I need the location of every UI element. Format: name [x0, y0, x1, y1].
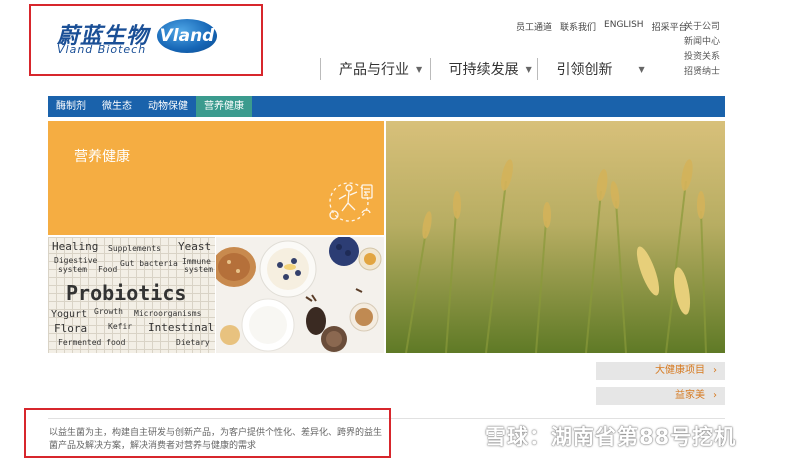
wheat-field-illustration — [386, 121, 725, 353]
utility-nav: 员工通道 联系我们 ENGLISH 招采平台 — [516, 20, 688, 33]
word-dietary: Dietary — [176, 338, 210, 347]
big-health-project-label: 大健康项目 — [655, 365, 705, 376]
tab-animal-health[interactable]: 动物保健 — [140, 96, 196, 117]
word-microorganisms: Microorganisms — [134, 309, 202, 318]
main-nav: 产品与行业 ▼ 可持续发展 ▼ 引领创新 ▼ — [320, 58, 672, 80]
utility-link-staff[interactable]: 员工通道 — [516, 20, 552, 33]
utility-link-contact[interactable]: 联系我们 — [560, 20, 596, 33]
word-probiotics: Probiotics — [66, 281, 187, 305]
main-nav-sustainability-label: 可持续发展 — [448, 62, 519, 78]
nutrition-description: 以益生菌为主，构建自主研发与创新产品，为客户提供个性化、差异化、跨界的益生菌产品… — [49, 428, 383, 451]
word-food: Food — [98, 265, 118, 274]
side-link-investors[interactable]: 投资关系 — [684, 50, 720, 65]
logo-english-name: Vland Biotech — [57, 43, 147, 56]
yijiamei-label: 益家美 — [675, 390, 705, 401]
main-nav-innovation-label: 引领创新 — [556, 62, 613, 78]
yijiamei-button[interactable]: 益家美 › — [596, 387, 725, 405]
caret-down-icon: ▼ — [525, 64, 532, 74]
main-nav-products[interactable]: 产品与行业 ▼ — [320, 58, 430, 80]
big-health-project-button[interactable]: 大健康项目 › — [596, 362, 725, 380]
word-system: system — [58, 265, 87, 274]
hero-title: 营养健康 — [74, 149, 130, 165]
word-supplements: Supplements — [108, 244, 161, 253]
main-nav-sustainability[interactable]: 可持续发展 ▼ — [429, 58, 538, 80]
word-gut-bacteria: Gut bacteria — [120, 259, 178, 268]
description-highlight-box: 以益生菌为主，构建自主研发与创新产品，为客户提供个性化、差异化、跨界的益生菌产品… — [24, 408, 391, 458]
main-nav-innovation[interactable]: 引领创新 ▼ — [537, 58, 672, 80]
main-nav-products-label: 产品与行业 — [339, 62, 409, 78]
word-yeast: Yeast — [178, 240, 212, 253]
word-intestinal: Intestinal — [148, 321, 215, 334]
wheat-field-image — [386, 121, 725, 353]
hero-orange-panel: 营养健康 — [48, 121, 384, 235]
word-flora: Flora — [54, 322, 88, 335]
watermark: 雪球：湖南省第88号挖机 — [485, 425, 737, 449]
chevron-right-icon: › — [713, 390, 717, 401]
probiotics-word-image: Healing Supplements Yeast Digestive syst… — [48, 237, 215, 353]
word-system-2: system — [184, 265, 213, 274]
word-growth: Growth — [94, 307, 123, 316]
word-healing: Healing — [52, 240, 99, 253]
fitness-line-icon — [329, 182, 373, 222]
tab-microecology[interactable]: 微生态 — [94, 96, 140, 117]
tab-enzymes[interactable]: 酶制剂 — [48, 96, 94, 117]
side-link-careers[interactable]: 招贤纳士 — [684, 65, 720, 80]
word-yogurt: Yogurt — [51, 309, 88, 320]
food-bowls-illustration — [216, 237, 382, 352]
logo-highlight-box: 蔚蓝生物 Vland Biotech Vland — [29, 4, 263, 76]
logo-badge[interactable]: Vland — [157, 19, 217, 53]
tab-nutrition-health[interactable]: 营养健康 — [196, 96, 252, 117]
side-links: 关于公司 新闻中心 投资关系 招贤纳士 — [684, 20, 720, 80]
category-tab-bar: 酶制剂 微生态 动物保健 营养健康 — [48, 96, 725, 117]
word-fermented-food: Fermented food — [58, 338, 126, 347]
healthy-food-image — [216, 237, 384, 353]
word-digestive: Digestive — [54, 256, 98, 265]
caret-down-icon: ▼ — [416, 64, 423, 74]
utility-link-english[interactable]: ENGLISH — [604, 20, 644, 33]
word-kefir: Kefir — [108, 322, 133, 331]
chevron-right-icon: › — [713, 365, 717, 376]
side-link-news[interactable]: 新闻中心 — [684, 35, 720, 50]
side-link-about[interactable]: 关于公司 — [684, 20, 720, 35]
caret-down-icon: ▼ — [638, 64, 645, 74]
utility-link-procurement[interactable]: 招采平台 — [652, 20, 688, 33]
